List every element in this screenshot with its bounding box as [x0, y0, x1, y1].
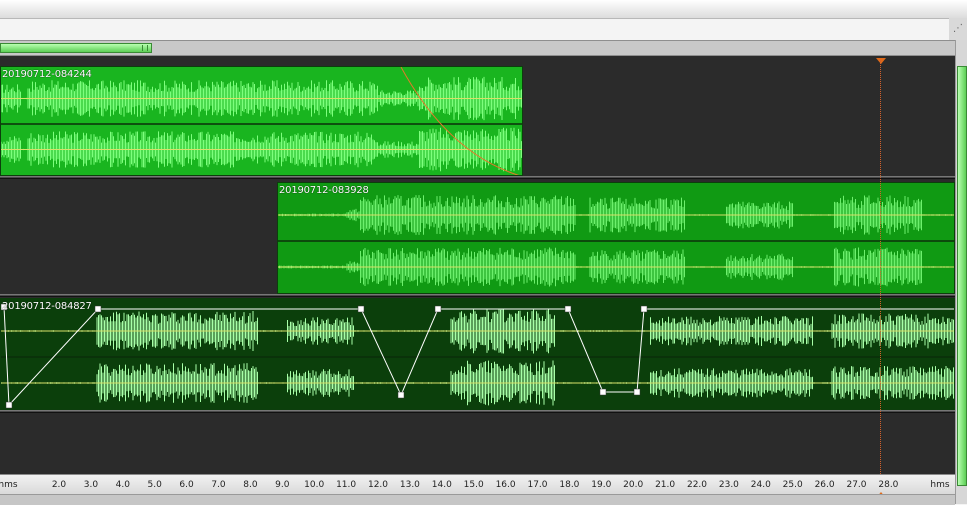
playhead-marker-icon[interactable] [876, 58, 886, 64]
track-divider[interactable] [0, 176, 955, 179]
ruler-unit-left: hms [0, 480, 18, 490]
ruler-unit-right: hms [930, 480, 950, 490]
resize-grip-icon[interactable]: ⋰ [949, 18, 967, 40]
ruler-tick-label: 19.0 [591, 480, 612, 490]
window-top-bar [0, 0, 967, 19]
clip-track-2[interactable]: 20190712-083928 [277, 182, 955, 294]
envelope-node[interactable] [599, 388, 607, 396]
ruler-tick-label: 4.0 [115, 480, 130, 490]
ruler-tick-label: 13.0 [399, 480, 420, 490]
ruler-tick-label: 17.0 [527, 480, 548, 490]
envelope-node[interactable] [94, 305, 102, 313]
clip-track-1[interactable]: 20190712-084244 [0, 66, 523, 176]
ruler-tick-label: 9.0 [275, 480, 290, 490]
envelope-node[interactable] [633, 388, 641, 396]
ruler-tick-label: 12.0 [367, 480, 389, 490]
track-divider[interactable] [0, 294, 955, 297]
ruler-tick-label: 2.0 [51, 480, 67, 490]
envelope-node[interactable] [5, 401, 13, 409]
envelope-node[interactable] [564, 305, 572, 313]
ruler-tick-label: 20.0 [623, 480, 644, 490]
clip-title: 20190712-084827 [2, 301, 92, 312]
envelope-node[interactable] [640, 305, 648, 313]
timeline-tracks[interactable]: 20190712-084244 20190712-083928 20190712… [0, 56, 955, 474]
ruler-tick-label: 24.0 [750, 480, 771, 490]
ruler-tick-label: 11.0 [336, 480, 357, 490]
waveform [1, 299, 954, 409]
envelope-node[interactable] [434, 305, 442, 313]
vertical-scroll-thumb[interactable] [957, 66, 967, 486]
ruler-tick-label: 3.0 [83, 480, 99, 490]
overview-scrollbar[interactable] [0, 40, 955, 56]
ruler-tick-label: 8.0 [243, 480, 258, 490]
clip-track-3[interactable]: 20190712-084827 [0, 298, 955, 410]
time-ruler[interactable]: hms hms 2.0 3.0 4.0 5.0 6.0 7.0 8.0 9.0 10.0 11.0… [0, 474, 955, 495]
horizontal-scrollbar[interactable] [0, 494, 955, 505]
ruler-tick-label: 28.0 [878, 480, 899, 490]
envelope-node[interactable] [397, 391, 405, 399]
ruler-tick-label: 18.0 [559, 480, 580, 490]
ruler-tick-label: 25.0 [782, 480, 803, 490]
envelope-node[interactable] [357, 305, 365, 313]
overview-scroll-thumb[interactable] [0, 43, 152, 53]
ruler-tick-label: 23.0 [718, 480, 739, 490]
ruler-tick-label: 7.0 [211, 480, 226, 490]
ruler-tick-label: 14.0 [431, 480, 452, 490]
playhead-line[interactable] [880, 60, 881, 492]
ruler-tick-label: 21.0 [655, 480, 676, 490]
ruler-tick-label: 27.0 [846, 480, 867, 490]
ruler-tick-label: 15.0 [463, 480, 484, 490]
ruler-tick-label: 22.0 [686, 480, 708, 490]
ruler-tick-label: 26.0 [814, 480, 835, 490]
waveform [278, 183, 954, 293]
ruler-tick-label: 10.0 [304, 480, 325, 490]
clip-title: 20190712-083928 [279, 185, 369, 196]
ruler-tick-label: 16.0 [495, 480, 516, 490]
waveform [1, 67, 522, 175]
grip-icon [142, 45, 148, 51]
ruler-tick-label: 5.0 [147, 480, 162, 490]
track-divider[interactable] [0, 410, 955, 413]
clip-title: 20190712-084244 [2, 69, 92, 80]
vertical-scrollbar[interactable] [955, 40, 967, 504]
ruler-tick-label: 6.0 [179, 480, 194, 490]
